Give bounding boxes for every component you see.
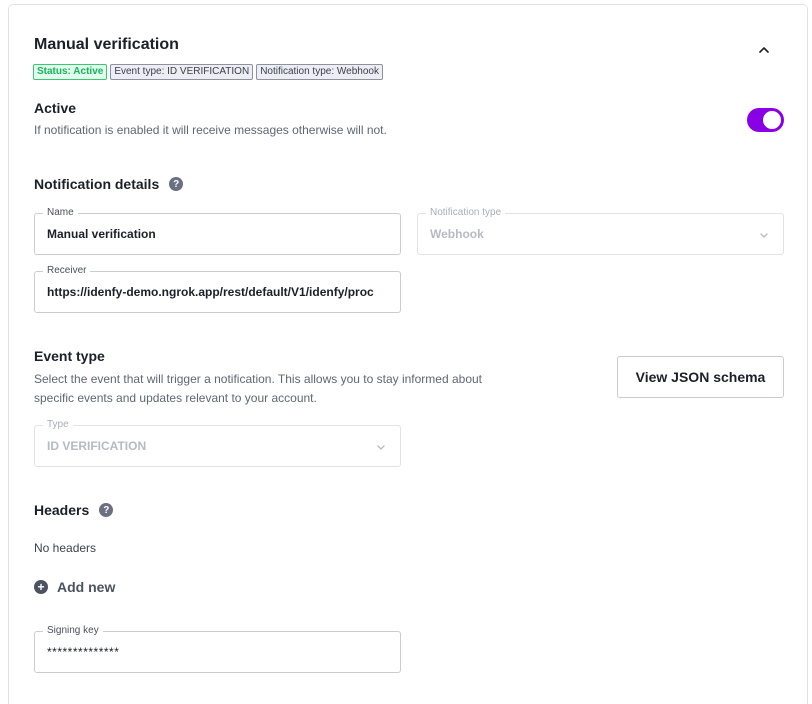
add-new-label: Add new <box>57 579 116 595</box>
active-description: If notification is enabled it will recei… <box>34 123 387 137</box>
name-field[interactable]: Name Manual verification <box>34 206 401 255</box>
signing-key-label: Signing key <box>43 624 103 638</box>
type-field-label: Type <box>43 418 73 432</box>
plus-circle-icon: + <box>34 580 48 594</box>
headers-title: Headers <box>34 502 90 518</box>
event-type-description-line1: Select the event that will trigger a not… <box>34 372 483 386</box>
active-title: Active <box>34 100 77 116</box>
no-headers-text: No headers <box>34 541 97 555</box>
help-icon[interactable]: ? <box>169 177 184 191</box>
type-field-value: ID VERIFICATION <box>47 439 147 453</box>
status-badge: Status: Active <box>33 64 108 80</box>
notification-details-title: Notification details <box>34 176 160 192</box>
chevron-down-icon <box>377 445 385 450</box>
receiver-field[interactable]: Receiver https://idenfy-demo.ngrok.app/r… <box>34 264 401 313</box>
event-type-badge: Event type: ID VERIFICATION <box>110 64 254 80</box>
toggle-knob <box>763 111 781 129</box>
chevron-down-icon <box>760 233 768 238</box>
name-field-value[interactable]: Manual verification <box>47 227 388 241</box>
signing-key-value[interactable]: ************** <box>47 645 388 659</box>
event-type-select: Type ID VERIFICATION <box>34 418 401 467</box>
name-field-label: Name <box>43 206 78 220</box>
receiver-field-value[interactable]: https://idenfy-demo.ngrok.app/rest/defau… <box>47 285 400 299</box>
page-title: Manual verification <box>34 36 179 53</box>
badge-row: Status: Active Event type: ID VERIFICATI… <box>33 64 383 80</box>
signing-key-field[interactable]: Signing key ************** <box>34 624 401 673</box>
event-type-description-line2: specific events and updates relevant to … <box>34 391 317 405</box>
event-type-title: Event type <box>34 348 105 364</box>
notification-type-badge: Notification type: Webhook <box>256 64 383 80</box>
receiver-field-label: Receiver <box>43 264 91 278</box>
notification-card: Manual verification Status: Active Event… <box>8 4 808 704</box>
notification-type-value: Webhook <box>430 227 484 241</box>
notification-details-heading: Notification details ? <box>34 176 184 192</box>
view-json-schema-button[interactable]: View JSON schema <box>617 356 784 398</box>
chevron-up-icon[interactable] <box>757 43 771 57</box>
help-icon[interactable]: ? <box>99 503 114 517</box>
notification-type-label: Notification type <box>426 206 506 220</box>
add-new-button[interactable]: + Add new <box>34 579 115 595</box>
active-toggle[interactable] <box>747 108 784 132</box>
notification-type-select: Notification type Webhook <box>417 206 784 255</box>
headers-heading: Headers ? <box>34 502 114 518</box>
